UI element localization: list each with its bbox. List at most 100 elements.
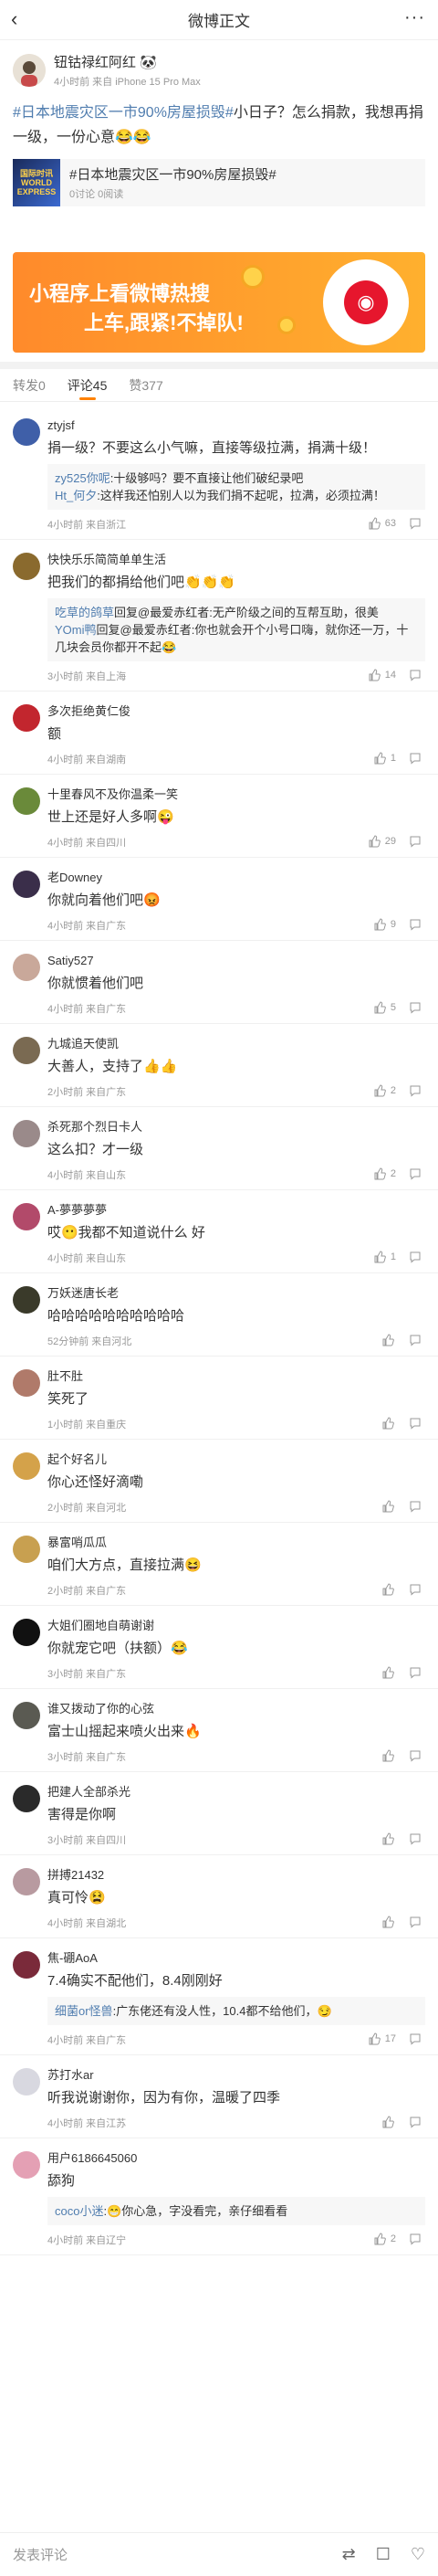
comment-author[interactable]: 肚不肚 [47, 1369, 425, 1384]
comment-author[interactable]: 多次拒绝黄仁俊 [47, 704, 425, 719]
reply-box[interactable]: zy525你呢:十级够吗？要不直接让他们破纪录吧 Ht_何夕:这样我还怕别人以为我… [47, 464, 425, 510]
avatar[interactable] [13, 1951, 40, 1979]
reply-author[interactable]: Ht_何夕 [55, 489, 97, 502]
comment-author[interactable]: 拼搏21432 [47, 1868, 425, 1883]
like-button[interactable]: 17 [368, 2032, 396, 2045]
reply-author[interactable]: YOmi鸭 [55, 623, 97, 637]
comment-author[interactable]: 杀死那个烈日卡人 [47, 1120, 425, 1135]
like-button[interactable]: 2 [373, 2233, 396, 2245]
comment-author[interactable]: 九城追天使凯 [47, 1037, 425, 1051]
comment-icon[interactable]: ☐ [376, 2545, 391, 2564]
avatar[interactable] [13, 954, 40, 981]
like-button[interactable] [381, 1417, 396, 1430]
tab-likes[interactable]: 赞377 [129, 369, 162, 402]
avatar[interactable] [13, 1868, 40, 1895]
like-button[interactable]: 1 [373, 1251, 396, 1263]
comment-author[interactable]: 十里春风不及你温柔一笑 [47, 787, 425, 802]
comment-item[interactable]: 万妖迷唐长老 哈哈哈哈哈哈哈哈哈哈 52分钟前 来自河北 [0, 1273, 438, 1357]
reply-button[interactable] [409, 835, 422, 848]
comment-item[interactable]: ztyjsf 捐一级？不要这么小气嘛，直接等级拉满，捐满十级！ zy525你呢:十级… [0, 406, 438, 540]
like-button[interactable] [381, 1832, 396, 1845]
like-button[interactable] [381, 2116, 396, 2128]
reply-button[interactable] [409, 1666, 422, 1679]
like-icon[interactable]: ♡ [411, 2545, 425, 2564]
comment-item[interactable]: 拼搏21432 真可怜😫 4小时前 来自湖北 [0, 1855, 438, 1938]
like-button[interactable]: 2 [373, 1084, 396, 1097]
comment-author[interactable]: 快快乐乐简简单单生活 [47, 553, 425, 567]
like-button[interactable]: 1 [373, 752, 396, 765]
reply-button[interactable] [409, 1916, 422, 1928]
reply-button[interactable] [409, 1583, 422, 1596]
comment-item[interactable]: 肚不肚 笑死了 1小时前 来自重庆 [0, 1357, 438, 1440]
topic-card[interactable]: 国际时讯 WORLD EXPRESS #日本地震灾区一市90%房屋损毁# 0讨论… [13, 159, 425, 206]
comment-item[interactable]: 起个好名儿 你心还怪好滴嘞 2小时前 来自河北 [0, 1440, 438, 1523]
comment-author[interactable]: A-夢夢夢夢 [47, 1203, 425, 1218]
reply-button[interactable] [409, 752, 422, 765]
reply-button[interactable] [409, 1334, 422, 1346]
reply-box[interactable]: 细菌or怪兽:广东佬还有没人性，10.4都不给他们，😏 [47, 1997, 425, 2025]
comment-item[interactable]: 老Downey 你就向着他们吧😡 4小时前 来自广东 9 [0, 858, 438, 941]
like-button[interactable] [381, 1666, 396, 1679]
comment-item[interactable]: 把建人全部杀光 害得是你啊 3小时前 来自四川 [0, 1772, 438, 1855]
avatar[interactable] [13, 871, 40, 898]
like-button[interactable] [381, 1500, 396, 1513]
avatar[interactable] [13, 787, 40, 815]
like-button[interactable]: 14 [368, 669, 396, 681]
comment-input[interactable]: 发表评论 [13, 2545, 322, 2564]
avatar[interactable] [13, 1452, 40, 1480]
comment-item[interactable]: 暴富哨瓜瓜 咱们大方点，直接拉满😆 2小时前 来自广东 [0, 1523, 438, 1606]
reply-box[interactable]: coco小迷:😁你心急，字没看完，亲仔细看看 [47, 2197, 425, 2225]
back-icon[interactable]: ‹ [11, 9, 17, 29]
avatar[interactable] [13, 2151, 40, 2179]
comment-author[interactable]: 焦-硼AoA [47, 1951, 425, 1966]
avatar[interactable] [13, 1619, 40, 1646]
like-button[interactable]: 29 [368, 835, 396, 848]
reply-button[interactable] [409, 1500, 422, 1513]
reply-button[interactable] [409, 1167, 422, 1180]
comment-item[interactable]: 十里春风不及你温柔一笑 世上还是好人多啊😜 4小时前 来自四川 29 [0, 775, 438, 858]
reply-button[interactable] [409, 2032, 422, 2045]
comment-author[interactable]: 大姐们圈地自萌谢谢 [47, 1619, 425, 1633]
avatar[interactable] [13, 553, 40, 580]
reply-box[interactable]: 吃草的鸽草回复@最爱赤红者:无产阶级之间的互帮互助，很美 YOmi鸭回复@最爱赤红… [47, 598, 425, 661]
comment-author[interactable]: 谁又拨动了你的心弦 [47, 1702, 425, 1716]
comment-item[interactable]: 谁又拨动了你的心弦 富士山摇起来喷火出来🔥 3小时前 来自广东 [0, 1689, 438, 1772]
avatar[interactable] [13, 418, 40, 446]
comment-author[interactable]: 万妖迷唐长老 [47, 1286, 425, 1301]
comment-item[interactable]: 九城追天使凯 大善人，支持了👍👍 2小时前 来自广东 2 [0, 1024, 438, 1107]
comment-item[interactable]: 焦-硼AoA 7.4确实不配他们，8.4刚刚好 细菌or怪兽:广东佬还有没人性，10… [0, 1938, 438, 2055]
avatar[interactable] [13, 1369, 40, 1397]
avatar[interactable] [13, 2068, 40, 2096]
reply-author[interactable]: zy525你呢 [55, 471, 110, 485]
reply-button[interactable] [409, 669, 422, 681]
comment-item[interactable]: 用户6186645060 舔狗 coco小迷:😁你心急，字没看完，亲仔细看看 4小时前… [0, 2138, 438, 2255]
comment-item[interactable]: 苏打水ar 听我说谢谢你，因为有你，温暖了四季 4小时前 来自江苏 [0, 2055, 438, 2138]
comment-item[interactable]: A-夢夢夢夢 哎😶我都不知道说什么 好 4小时前 来自山东 1 [0, 1190, 438, 1273]
like-button[interactable]: 2 [373, 1167, 396, 1180]
avatar[interactable] [13, 1286, 40, 1314]
comment-item[interactable]: 快快乐乐简简单单生活 把我们的都捐给他们吧👏👏👏 吃草的鸽草回复@最爱赤红者:无产阶… [0, 540, 438, 692]
tab-reposts[interactable]: 转发0 [13, 369, 46, 402]
promo-banner[interactable]: 小程序上看微博热搜 上车,跟紧!不掉队! ◉ [13, 252, 425, 353]
reply-button[interactable] [409, 1832, 422, 1845]
reply-author[interactable]: 吃草的鸽草 [55, 606, 114, 619]
post-topic-link[interactable]: #日本地震灾区一市90%房屋损毁# [13, 105, 234, 121]
like-button[interactable] [381, 1749, 396, 1762]
comment-author[interactable]: Satiy527 [47, 954, 425, 968]
reply-button[interactable] [409, 517, 422, 530]
reply-button[interactable] [409, 1001, 422, 1014]
comment-author[interactable]: 苏打水ar [47, 2068, 425, 2083]
comment-author[interactable]: 起个好名儿 [47, 1452, 425, 1467]
like-button[interactable]: 63 [368, 517, 396, 530]
like-button[interactable] [381, 1583, 396, 1596]
like-button[interactable]: 5 [373, 1001, 396, 1014]
reply-button[interactable] [409, 1749, 422, 1762]
reply-button[interactable] [409, 1417, 422, 1430]
repost-icon[interactable]: ⇄ [342, 2545, 356, 2564]
comment-author[interactable]: ztyjsf [47, 418, 425, 433]
reply-author[interactable]: coco小迷 [55, 2204, 103, 2218]
like-button[interactable]: 9 [373, 918, 396, 931]
reply-button[interactable] [409, 1251, 422, 1263]
comment-author[interactable]: 暴富哨瓜瓜 [47, 1536, 425, 1550]
comment-author[interactable]: 把建人全部杀光 [47, 1785, 425, 1800]
